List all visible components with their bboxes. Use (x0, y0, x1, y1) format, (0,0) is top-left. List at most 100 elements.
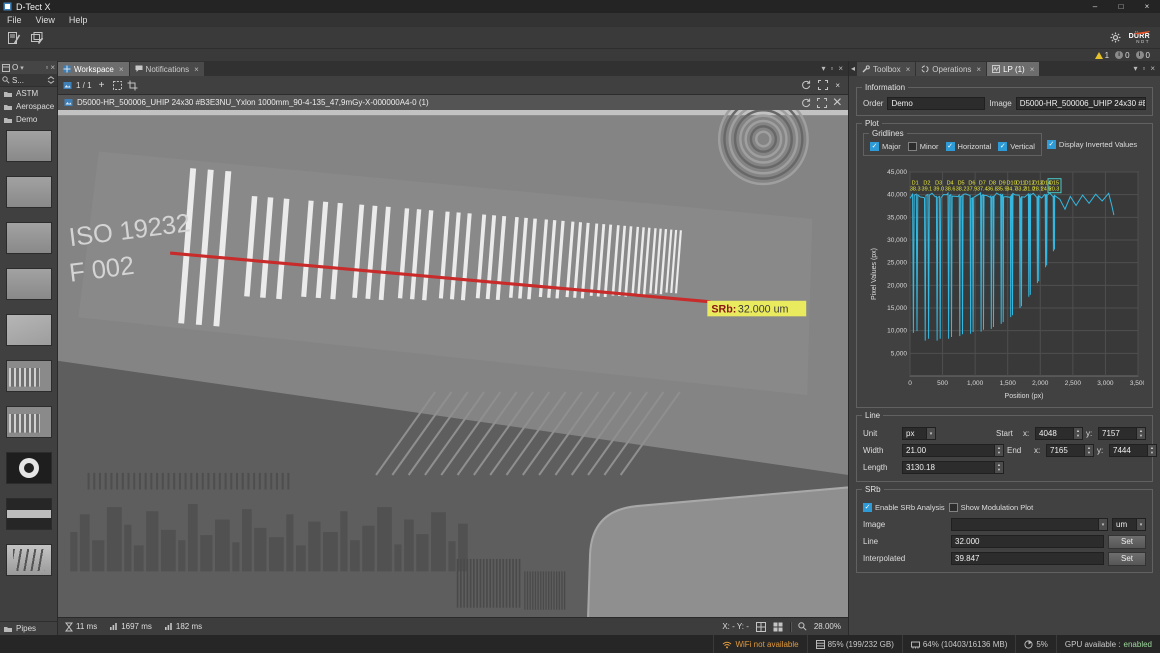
report-edit-button[interactable] (4, 29, 24, 47)
start-x-spinner[interactable]: 4048 ▲▼ (1035, 427, 1083, 440)
sidebar-item-demo[interactable]: Demo (0, 113, 57, 126)
float-panel-icon[interactable] (45, 63, 48, 72)
tab-workspace[interactable]: Workspace (58, 62, 129, 76)
start-label: Start (996, 429, 1020, 438)
spinner-arrows[interactable]: ▲▼ (1147, 445, 1156, 456)
length-spinner[interactable]: 3130.18 ▲▼ (902, 461, 1004, 474)
thumbnail[interactable] (7, 407, 51, 437)
thumbnail[interactable] (7, 223, 51, 253)
unit-select[interactable]: px (902, 427, 936, 440)
close-tab-icon[interactable] (119, 65, 124, 74)
viewer-status-right: X: - Y: - 28.00% (722, 622, 841, 632)
set-interpolated-button[interactable]: Set (1108, 552, 1146, 566)
major-gridlines-checkbox[interactable]: Major (870, 142, 901, 151)
close-viewer-icon[interactable] (835, 81, 840, 90)
tab-lp[interactable]: LP (1) (987, 62, 1039, 76)
menu-file[interactable]: File (0, 13, 29, 27)
close-image-icon[interactable] (833, 94, 842, 112)
sidebar-item-astm[interactable]: ASTM (0, 87, 57, 100)
chevron-down-icon[interactable] (1133, 64, 1137, 73)
show-modulation-checkbox[interactable]: Show Modulation Plot (949, 503, 1034, 512)
thumbnail[interactable] (7, 453, 51, 483)
thumbnail[interactable] (7, 499, 51, 529)
chevron-down-icon[interactable] (20, 64, 24, 72)
image-viewport[interactable]: ISO 19232F 002SRb:32.000 um (58, 110, 848, 617)
spinner-arrows[interactable]: ▲▼ (1084, 445, 1093, 456)
order-field[interactable]: Demo (887, 97, 985, 110)
start-y-spinner[interactable]: 7157 ▲▼ (1098, 427, 1146, 440)
minor-gridlines-checkbox[interactable]: Minor (908, 142, 939, 151)
spinner-arrows[interactable]: ▲▼ (1073, 428, 1082, 439)
refresh-icon[interactable] (801, 98, 811, 108)
image-icon (63, 81, 72, 90)
chevron-down-icon (1098, 519, 1107, 530)
svg-text:Position (px): Position (px) (1004, 393, 1043, 400)
settings-gear-icon[interactable] (1110, 32, 1121, 43)
fullscreen-icon[interactable] (818, 80, 828, 90)
sidebar-item-pipes[interactable]: Pipes (0, 621, 57, 635)
close-panel-icon[interactable] (838, 64, 843, 73)
rect-select-icon[interactable] (112, 80, 123, 91)
float-panel-icon[interactable] (830, 64, 833, 73)
tile-layout-icon[interactable] (773, 622, 783, 632)
fullscreen-icon[interactable] (817, 98, 827, 108)
grid-layout-icon[interactable] (756, 622, 766, 632)
spinner-arrows[interactable]: ▲▼ (1136, 428, 1145, 439)
spinner-arrows[interactable]: ▲▼ (994, 462, 1003, 473)
thumbnail[interactable] (7, 361, 51, 391)
close-tab-icon[interactable] (906, 65, 911, 74)
thumbnail[interactable] (7, 545, 51, 575)
plot-group: Plot Gridlines Major Minor (856, 123, 1153, 408)
info-indicator-2[interactable]: 0 (1136, 51, 1150, 60)
spinner-arrows[interactable]: ▲▼ (994, 445, 1003, 456)
end-x-spinner[interactable]: 7165 ▲▼ (1046, 444, 1094, 457)
tab-notifications[interactable]: Notifications (130, 62, 204, 76)
tab-toolbox[interactable]: Toolbox (857, 62, 915, 76)
close-tab-icon[interactable] (194, 65, 199, 74)
crop-icon[interactable] (127, 80, 138, 91)
image-gallery-button[interactable] (27, 29, 47, 47)
folder-icon (3, 103, 13, 111)
close-tab-icon[interactable] (1030, 65, 1035, 74)
close-button[interactable] (1134, 0, 1160, 13)
close-panel-icon[interactable] (50, 63, 55, 72)
image-tab[interactable]: D5000-HR_500006_UHIP 24x30 #B3E3NU_Yxlon… (58, 95, 795, 110)
sidebar-item-aerospace[interactable]: Aerospace (0, 100, 57, 113)
thumbnail[interactable] (7, 131, 51, 161)
srb-line-field[interactable]: 32.000 (951, 535, 1104, 548)
info-indicator-1[interactable]: 0 (1115, 51, 1129, 60)
thumbnail[interactable] (7, 177, 51, 207)
warning-indicator[interactable]: 1 (1095, 51, 1109, 60)
end-y-spinner[interactable]: 7444 ▲▼ (1109, 444, 1157, 457)
restore-button[interactable] (1108, 0, 1134, 13)
enable-srb-checkbox[interactable]: Enable SRb Analysis (863, 503, 945, 512)
sidebar-search[interactable]: S... (0, 74, 57, 87)
set-line-button[interactable]: Set (1108, 535, 1146, 549)
width-spinner[interactable]: 21.00 ▲▼ (902, 444, 1004, 457)
thumbnail[interactable] (7, 269, 51, 299)
xray-image[interactable]: ISO 19232F 002SRb:32.000 um (58, 110, 848, 617)
vertical-gridlines-checkbox[interactable]: Vertical (998, 142, 1035, 151)
tab-operations[interactable]: Operations (916, 62, 986, 76)
image-tab-controls (795, 95, 848, 110)
minimize-button[interactable] (1082, 0, 1108, 13)
image-field[interactable]: D5000-HR_500006_UHIP 24x30 #B (1016, 97, 1146, 110)
add-image-button[interactable]: + (96, 79, 108, 91)
scroll-tabs-left-icon[interactable] (849, 61, 857, 76)
display-inverted-checkbox[interactable]: Display Inverted Values (1047, 140, 1137, 149)
refresh-icon[interactable] (801, 80, 811, 90)
svg-text:Pixel Values (px): Pixel Values (px) (871, 248, 878, 300)
srb-image-select[interactable] (951, 518, 1108, 531)
menu-view[interactable]: View (29, 13, 62, 27)
expand-all-icon[interactable] (47, 76, 55, 84)
chevron-down-icon[interactable] (821, 64, 825, 73)
zoom-level[interactable]: 28.00% (814, 622, 841, 631)
thumbnail[interactable] (7, 315, 51, 345)
close-panel-icon[interactable] (1150, 64, 1155, 73)
float-panel-icon[interactable] (1142, 64, 1145, 73)
menu-help[interactable]: Help (62, 13, 95, 27)
close-tab-icon[interactable] (976, 65, 981, 74)
srb-unit-select[interactable]: um (1112, 518, 1146, 531)
srb-interpolated-field[interactable]: 39.847 (951, 552, 1104, 565)
horizontal-gridlines-checkbox[interactable]: Horizontal (946, 142, 992, 151)
